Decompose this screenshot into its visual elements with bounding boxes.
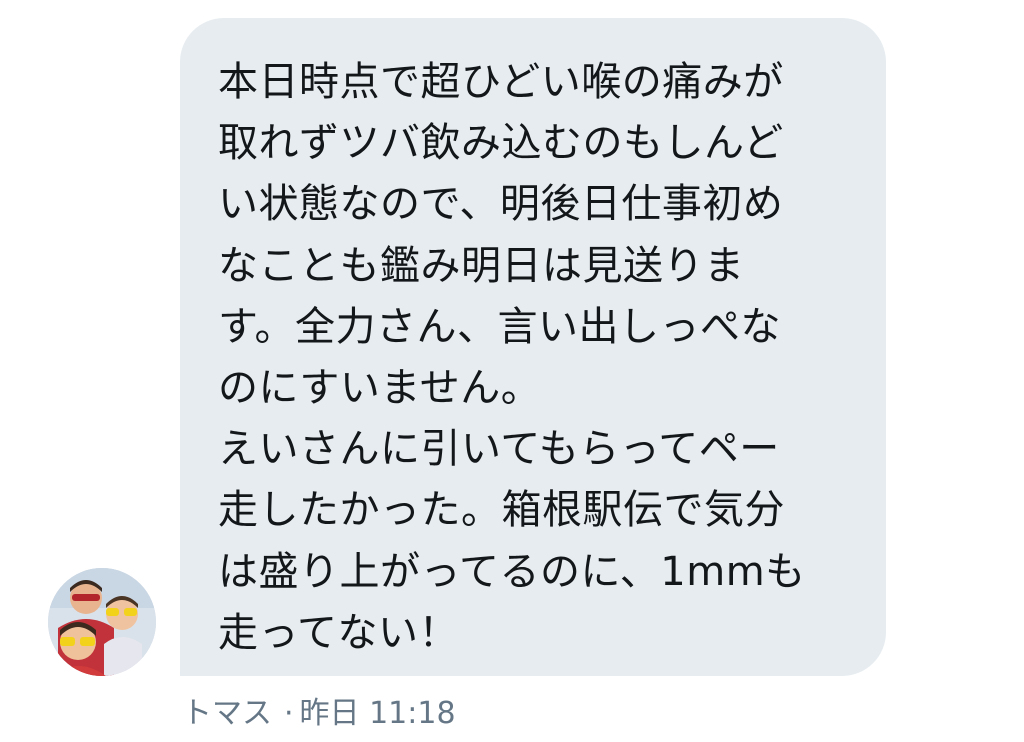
avatar-image xyxy=(48,568,156,676)
avatar[interactable] xyxy=(48,568,156,676)
sender-name[interactable]: トマス xyxy=(182,692,272,736)
message-line: は盛り上がってるのに、1mmも xyxy=(218,548,806,595)
message-line: なことも鑑み明日は見送りま xyxy=(218,242,745,289)
message-timestamp: 昨日 11:18 xyxy=(299,696,456,731)
message-line: 本日時点で超ひどい喉の痛みが xyxy=(218,59,784,105)
message-line: えいさんに引いてもらってペー xyxy=(218,426,780,473)
message-line: す。全力さん、言い出しっぺな xyxy=(218,303,781,350)
message-text: 本日時点で超ひどい喉の痛みが 取れずツバ飲み込むのもしんど い状態なので、明後日… xyxy=(218,52,858,664)
message-meta: トマス · 昨日 11:18 xyxy=(182,692,456,736)
message-row: 本日時点で超ひどい喉の痛みが 取れずツバ飲み込むのもしんど い状態なので、明後日… xyxy=(0,0,1024,742)
meta-separator: · xyxy=(284,696,294,731)
message-line: 走ってない！ xyxy=(218,609,459,656)
message-line: のにすいません。 xyxy=(218,365,542,412)
message-line: 取れずツバ飲み込むのもしんど xyxy=(218,120,784,167)
message-line: 走したかった。箱根駅伝で気分 xyxy=(218,487,785,534)
message-bubble[interactable]: 本日時点で超ひどい喉の痛みが 取れずツバ飲み込むのもしんど い状態なので、明後日… xyxy=(180,18,886,676)
message-line: い状態なので、明後日仕事初め xyxy=(218,181,784,228)
